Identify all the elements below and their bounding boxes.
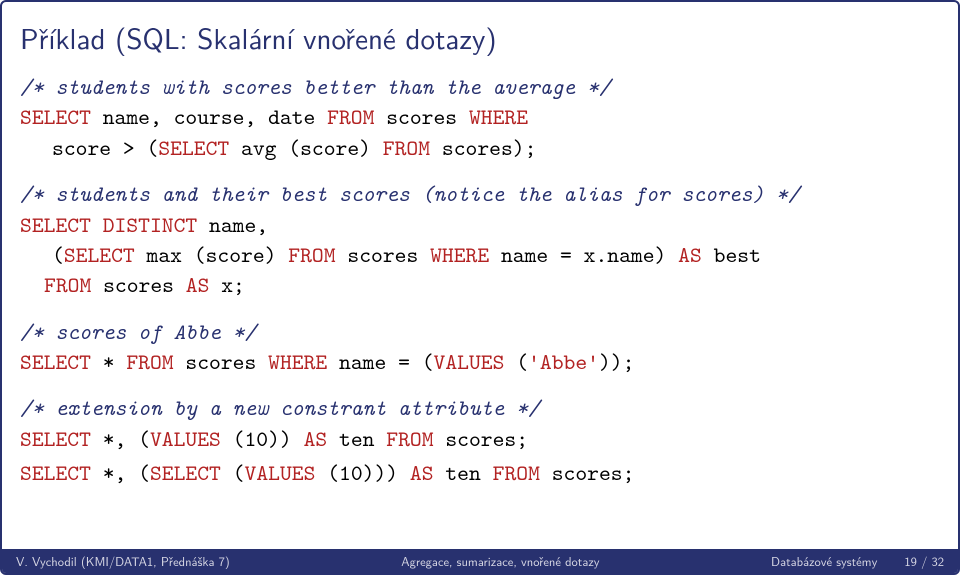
footer-course-label: Databázové systémy [771,552,877,570]
footer-page-number: 19 / 32 [904,552,944,570]
code-comment-2: /* students and their best scores (notic… [20,179,940,209]
footer-title: Agregace, sumarizace, vnořené dotazy [230,552,771,570]
code-comment-4: /* extension by a new constrant attribut… [20,393,940,423]
code-line-6: SELECT * FROM scores WHERE name = (VALUE… [20,347,940,377]
code-comment-3: /* scores of Abbe */ [20,317,940,347]
code-group-5: SELECT *, (SELECT (VALUES (10))) AS ten … [20,458,940,488]
code-line-5: FROM scores AS x; [20,270,940,300]
code-line-8: SELECT *, (SELECT (VALUES (10))) AS ten … [20,458,940,488]
code-comment-1: /* students with scores better than the … [20,72,940,102]
code-line-1: SELECT name, course, date FROM scores WH… [20,102,940,132]
code-line-7: SELECT *, (VALUES (10)) AS ten FROM scor… [20,424,940,454]
code-line-3: SELECT DISTINCT name, [20,210,940,240]
code-group-4: /* extension by a new constrant attribut… [20,393,940,454]
slide-title: Příklad (SQL: Skalární vnořené dotazy) [20,16,940,58]
code-group-1: /* students with scores better than the … [20,72,940,163]
code-block: /* students with scores better than the … [20,72,940,489]
slide-frame: Příklad (SQL: Skalární vnořené dotazy) /… [0,0,960,575]
footer-right: Databázové systémy 19 / 32 [771,552,944,570]
code-line-2: score > (SELECT avg (score) FROM scores)… [20,133,940,163]
slide-footer: V. Vychodil (KMI/DATA1, Přednáška 7) Agr… [2,549,958,573]
code-line-4: (SELECT max (score) FROM scores WHERE na… [20,240,940,270]
code-group-2: /* students and their best scores (notic… [20,179,940,301]
code-group-3: /* scores of Abbe */ SELECT * FROM score… [20,317,940,378]
footer-author: V. Vychodil (KMI/DATA1, Přednáška 7) [16,552,230,570]
